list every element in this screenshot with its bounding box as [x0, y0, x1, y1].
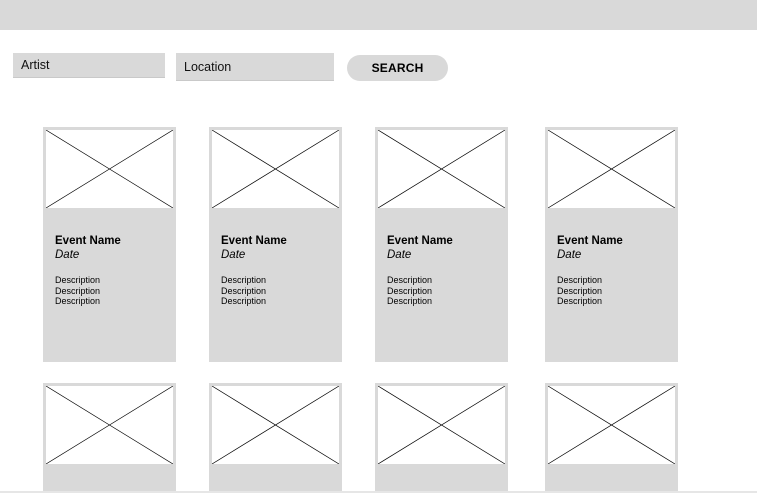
event-card[interactable]: [209, 383, 342, 493]
event-card[interactable]: [43, 383, 176, 493]
event-card[interactable]: [375, 383, 508, 493]
event-name: Event Name: [55, 235, 121, 247]
event-description: Description Description Description: [387, 275, 433, 306]
event-date: Date: [387, 249, 412, 261]
image-placeholder-icon: [548, 386, 675, 464]
event-description: Description Description Description: [557, 275, 603, 306]
event-description: Description Description Description: [221, 275, 267, 306]
image-placeholder-icon: [378, 130, 505, 208]
artist-input[interactable]: Artist: [13, 53, 165, 78]
top-header-bar: [0, 0, 757, 30]
event-description: Description Description Description: [55, 275, 101, 306]
event-date: Date: [55, 249, 80, 261]
event-name: Event Name: [557, 235, 623, 247]
event-name: Event Name: [221, 235, 287, 247]
location-input[interactable]: Location: [176, 53, 334, 81]
event-card[interactable]: [545, 383, 678, 493]
image-placeholder-icon: [378, 386, 505, 464]
search-button[interactable]: SEARCH: [347, 55, 448, 81]
event-date: Date: [557, 249, 582, 261]
event-card[interactable]: Event Name Date Description Description De…: [209, 127, 342, 362]
image-placeholder-icon: [212, 130, 339, 208]
event-date: Date: [221, 249, 246, 261]
image-placeholder-icon: [46, 130, 173, 208]
event-card[interactable]: Event Name Date Description Description De…: [375, 127, 508, 362]
event-card[interactable]: Event Name Date Description Description De…: [545, 127, 678, 362]
image-placeholder-icon: [212, 386, 339, 464]
image-placeholder-icon: [548, 130, 675, 208]
event-name: Event Name: [387, 235, 453, 247]
image-placeholder-icon: [46, 386, 173, 464]
event-card[interactable]: Event Name Date Description Description De…: [43, 127, 176, 362]
